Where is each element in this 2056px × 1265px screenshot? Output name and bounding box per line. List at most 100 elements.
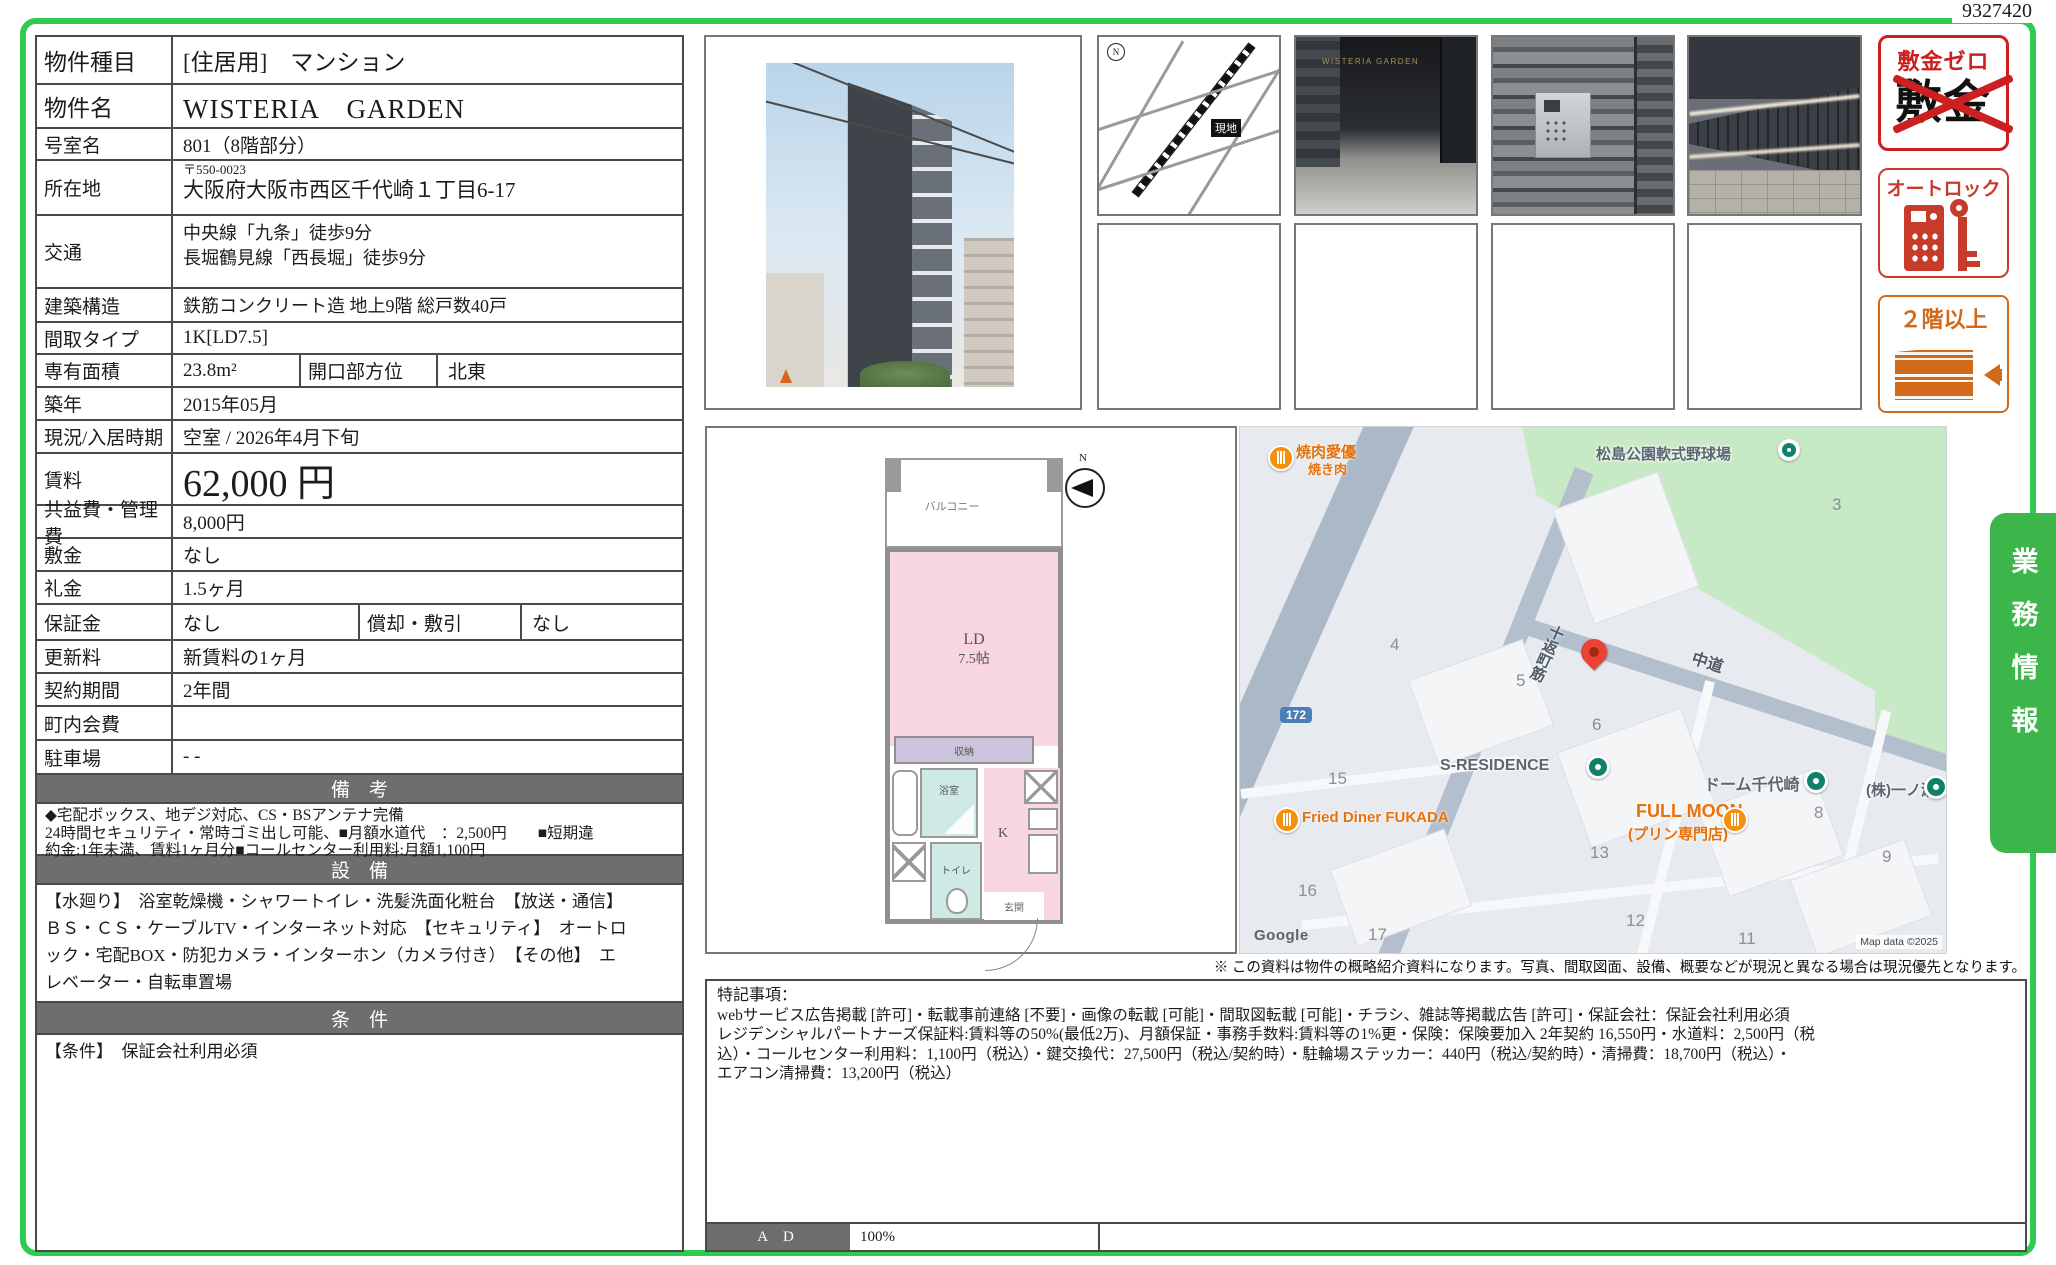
equipment-line: 【水廻り】 浴室乾燥機・シャワートイレ・洗髪洗面化粧台 【放送・通信】 [45, 888, 674, 915]
restaurant-poi-icon [1722, 807, 1748, 833]
equipment-line: ック・宅配BOX・防犯カメラ・インターホン（カメラ付き） 【その他】 エ [45, 942, 674, 969]
autolock-title: オートロック [1886, 174, 2000, 201]
row-label: 保証金 [37, 605, 173, 639]
map-label: 焼き肉 [1308, 459, 1347, 478]
empty-photo-frame [1097, 223, 1281, 410]
table-row: 駐車場 - - [37, 739, 682, 773]
mailbox-photo-frame [1687, 35, 1862, 216]
row-label: 物件名 [37, 85, 173, 127]
map-label: ドーム千代崎 [1704, 771, 1800, 795]
ad-row: A D 100% [707, 1222, 2025, 1250]
sketch-map-frame: N 現地 [1097, 35, 1281, 216]
ad-value-cell: 100% [850, 1224, 1100, 1250]
area-value: 23.8m² [173, 355, 299, 386]
row-value: 2015年05月 [173, 388, 682, 419]
special-terms-box: 特記事項： webサービス広告掲載 [許可]・転載事前連絡 [不要]・画像の転載… [705, 979, 2027, 1252]
map-label: S-RESIDENCE [1440, 757, 1549, 775]
place-poi-icon [1924, 775, 1947, 799]
table-row: 礼金 1.5ヶ月 [37, 570, 682, 603]
row-value [173, 707, 682, 739]
photo-detail [766, 273, 824, 387]
entrance-photo: WISTERIA GARDEN [1296, 37, 1476, 214]
restaurant-poi-icon [1268, 445, 1294, 471]
table-row: 更新料 新賃料の1ヶ月 [37, 639, 682, 672]
business-info-tab: 業務情報 [1990, 513, 2056, 853]
floorplan-drawing: バルコニー LD 7.5帖 収納 浴室 トイレ K [885, 458, 1063, 924]
disclaimer-note: ※ この資料は物件の概略紹介資料になります。写真、間取図面、設備、概要などが現況… [1214, 956, 2026, 977]
transit-line-1: 中央線「九条」徒歩9分 [183, 221, 672, 246]
row-value: 新賃料の1ヶ月 [173, 641, 682, 672]
row-label: 号室名 [37, 129, 173, 159]
remarks-text: ◆宅配ボックス、地デジ対応、CS・BSアンテナ完備 24時間セキュリティ・常時ゴ… [37, 802, 682, 854]
google-logo: Google [1254, 927, 1309, 944]
block-number: 12 [1626, 911, 1645, 931]
crossed-deposit-word: 敷金 [1896, 76, 1992, 128]
sink [1024, 770, 1058, 804]
photo-detail [780, 369, 792, 383]
compass-icon: N [1107, 43, 1125, 61]
toilet-area: トイレ [930, 842, 982, 920]
water-section: 収納 浴室 トイレ K 玄関 [885, 746, 1063, 924]
google-map: 焼肉愛優 焼き肉 松島公園軟式野球場 3 4 5 十返町筋 中道 6 172 1… [1239, 426, 1947, 954]
balcony-label: バルコニー [887, 498, 1017, 514]
row-value: なし [173, 539, 682, 570]
table-row: 共益費・管理費 8,000円 [37, 504, 682, 537]
zip-code: 〒550-0023 [183, 163, 672, 177]
bathroom-area: 浴室 [920, 768, 978, 838]
photo-detail [1634, 37, 1673, 216]
special-terms-line: webサービス広告掲載 [許可]・転載事前連絡 [不要]・画像の転載 [可能]・… [717, 1006, 2015, 1026]
building-floors-icon [1888, 338, 2000, 410]
block-number: 9 [1882, 847, 1891, 867]
remarks-line: ◆宅配ボックス、地デジ対応、CS・BSアンテナ完備 [45, 807, 674, 825]
row-label: 償却・敷引 [358, 605, 522, 639]
row-label: 共益費・管理費 [37, 506, 173, 537]
row-label: 敷金 [37, 539, 173, 570]
row-value: 鉄筋コンクリート造 地上9階 総戸数40戸 [173, 289, 682, 321]
property-table: 物件種目 [住居用] マンション 物件名 WISTERIA GARDEN 号室名… [35, 35, 684, 1252]
document-number: 9327420 [1952, 0, 2042, 23]
row-label: 専有面積 [37, 355, 173, 386]
deposit-zero-title: 敷金ゼロ [1897, 44, 1989, 76]
equipment-line: レベーター・自転車置場 [45, 969, 674, 996]
intercom-photo-frame [1491, 35, 1675, 216]
empty-photo-frame [1294, 223, 1478, 410]
row-label: 町内会費 [37, 707, 173, 739]
compass-n-label: N [1079, 452, 1087, 464]
business-info-tab-label: 業務情報 [2004, 547, 2043, 853]
row-label: 契約期間 [37, 674, 173, 705]
table-row: 所在地 〒550-0023 大阪府大阪市西区千代崎１丁目6-17 [37, 159, 682, 214]
table-row: 契約期間 2年間 [37, 672, 682, 705]
row-value: なし [173, 605, 358, 639]
ad-label-cell: A D [707, 1224, 850, 1250]
row-label: 交通 [37, 216, 173, 287]
special-terms-line: レジデンシャルパートナーズ保証料:賃料等の50%(最低2万)、月額保証・事務手数… [717, 1025, 2015, 1045]
mailbox-photo [1689, 37, 1860, 214]
special-terms-line: 込）・コールセンター利用料：1,100円（税込）・鍵交換代：27,500円（税込… [717, 1045, 2015, 1065]
equipment-line: ＢＳ・ＣＳ・ケーブルTV・インターネット対応 【セキュリティ】 オートロ [45, 915, 674, 942]
row-label: 建築構造 [37, 289, 173, 321]
row-value: - - [173, 741, 682, 773]
row-label: 所在地 [37, 161, 173, 214]
ld-label: LD [890, 630, 1058, 650]
row-value: 1.5ヶ月 [173, 572, 682, 603]
place-poi-icon [1586, 755, 1610, 779]
compass-icon [1065, 468, 1105, 508]
entrance-area: 玄関 [984, 892, 1044, 920]
autolock-badge: オートロック [1878, 168, 2009, 278]
table-row: 交通 中央線「九条」徒歩9分 長堀鶴見線「西長堀」徒歩9分 [37, 214, 682, 287]
row-label: 物件種目 [37, 37, 173, 83]
table-row: 号室名 801（8階部分） [37, 127, 682, 159]
second-floor-plus-badge: ２階以上 [1878, 295, 2009, 413]
photo-detail [1440, 37, 1476, 163]
address: 大阪府大阪市西区千代崎１丁目6-17 [183, 177, 672, 203]
map-attribution: Map data ©2025 [1856, 935, 1942, 949]
table-row: 物件名 WISTERIA GARDEN [37, 83, 682, 127]
special-terms-line: エアコン清掃費：13,200円（税込） [717, 1064, 2015, 1084]
remarks-line: 24時間セキュリティ・常時ゴミ出し可能、■月額水道代 ：2,500円 ■短期違 [45, 825, 674, 843]
rent-value: 62,000 円 [173, 454, 682, 504]
special-terms-title: 特記事項： [717, 986, 2015, 1006]
row-label: 現況/入居時期 [37, 421, 173, 452]
table-row: 間取タイプ 1K[LD7.5] [37, 321, 682, 353]
block-number: 8 [1814, 803, 1823, 823]
map-label: 松島公園軟式野球場 [1596, 443, 1731, 464]
